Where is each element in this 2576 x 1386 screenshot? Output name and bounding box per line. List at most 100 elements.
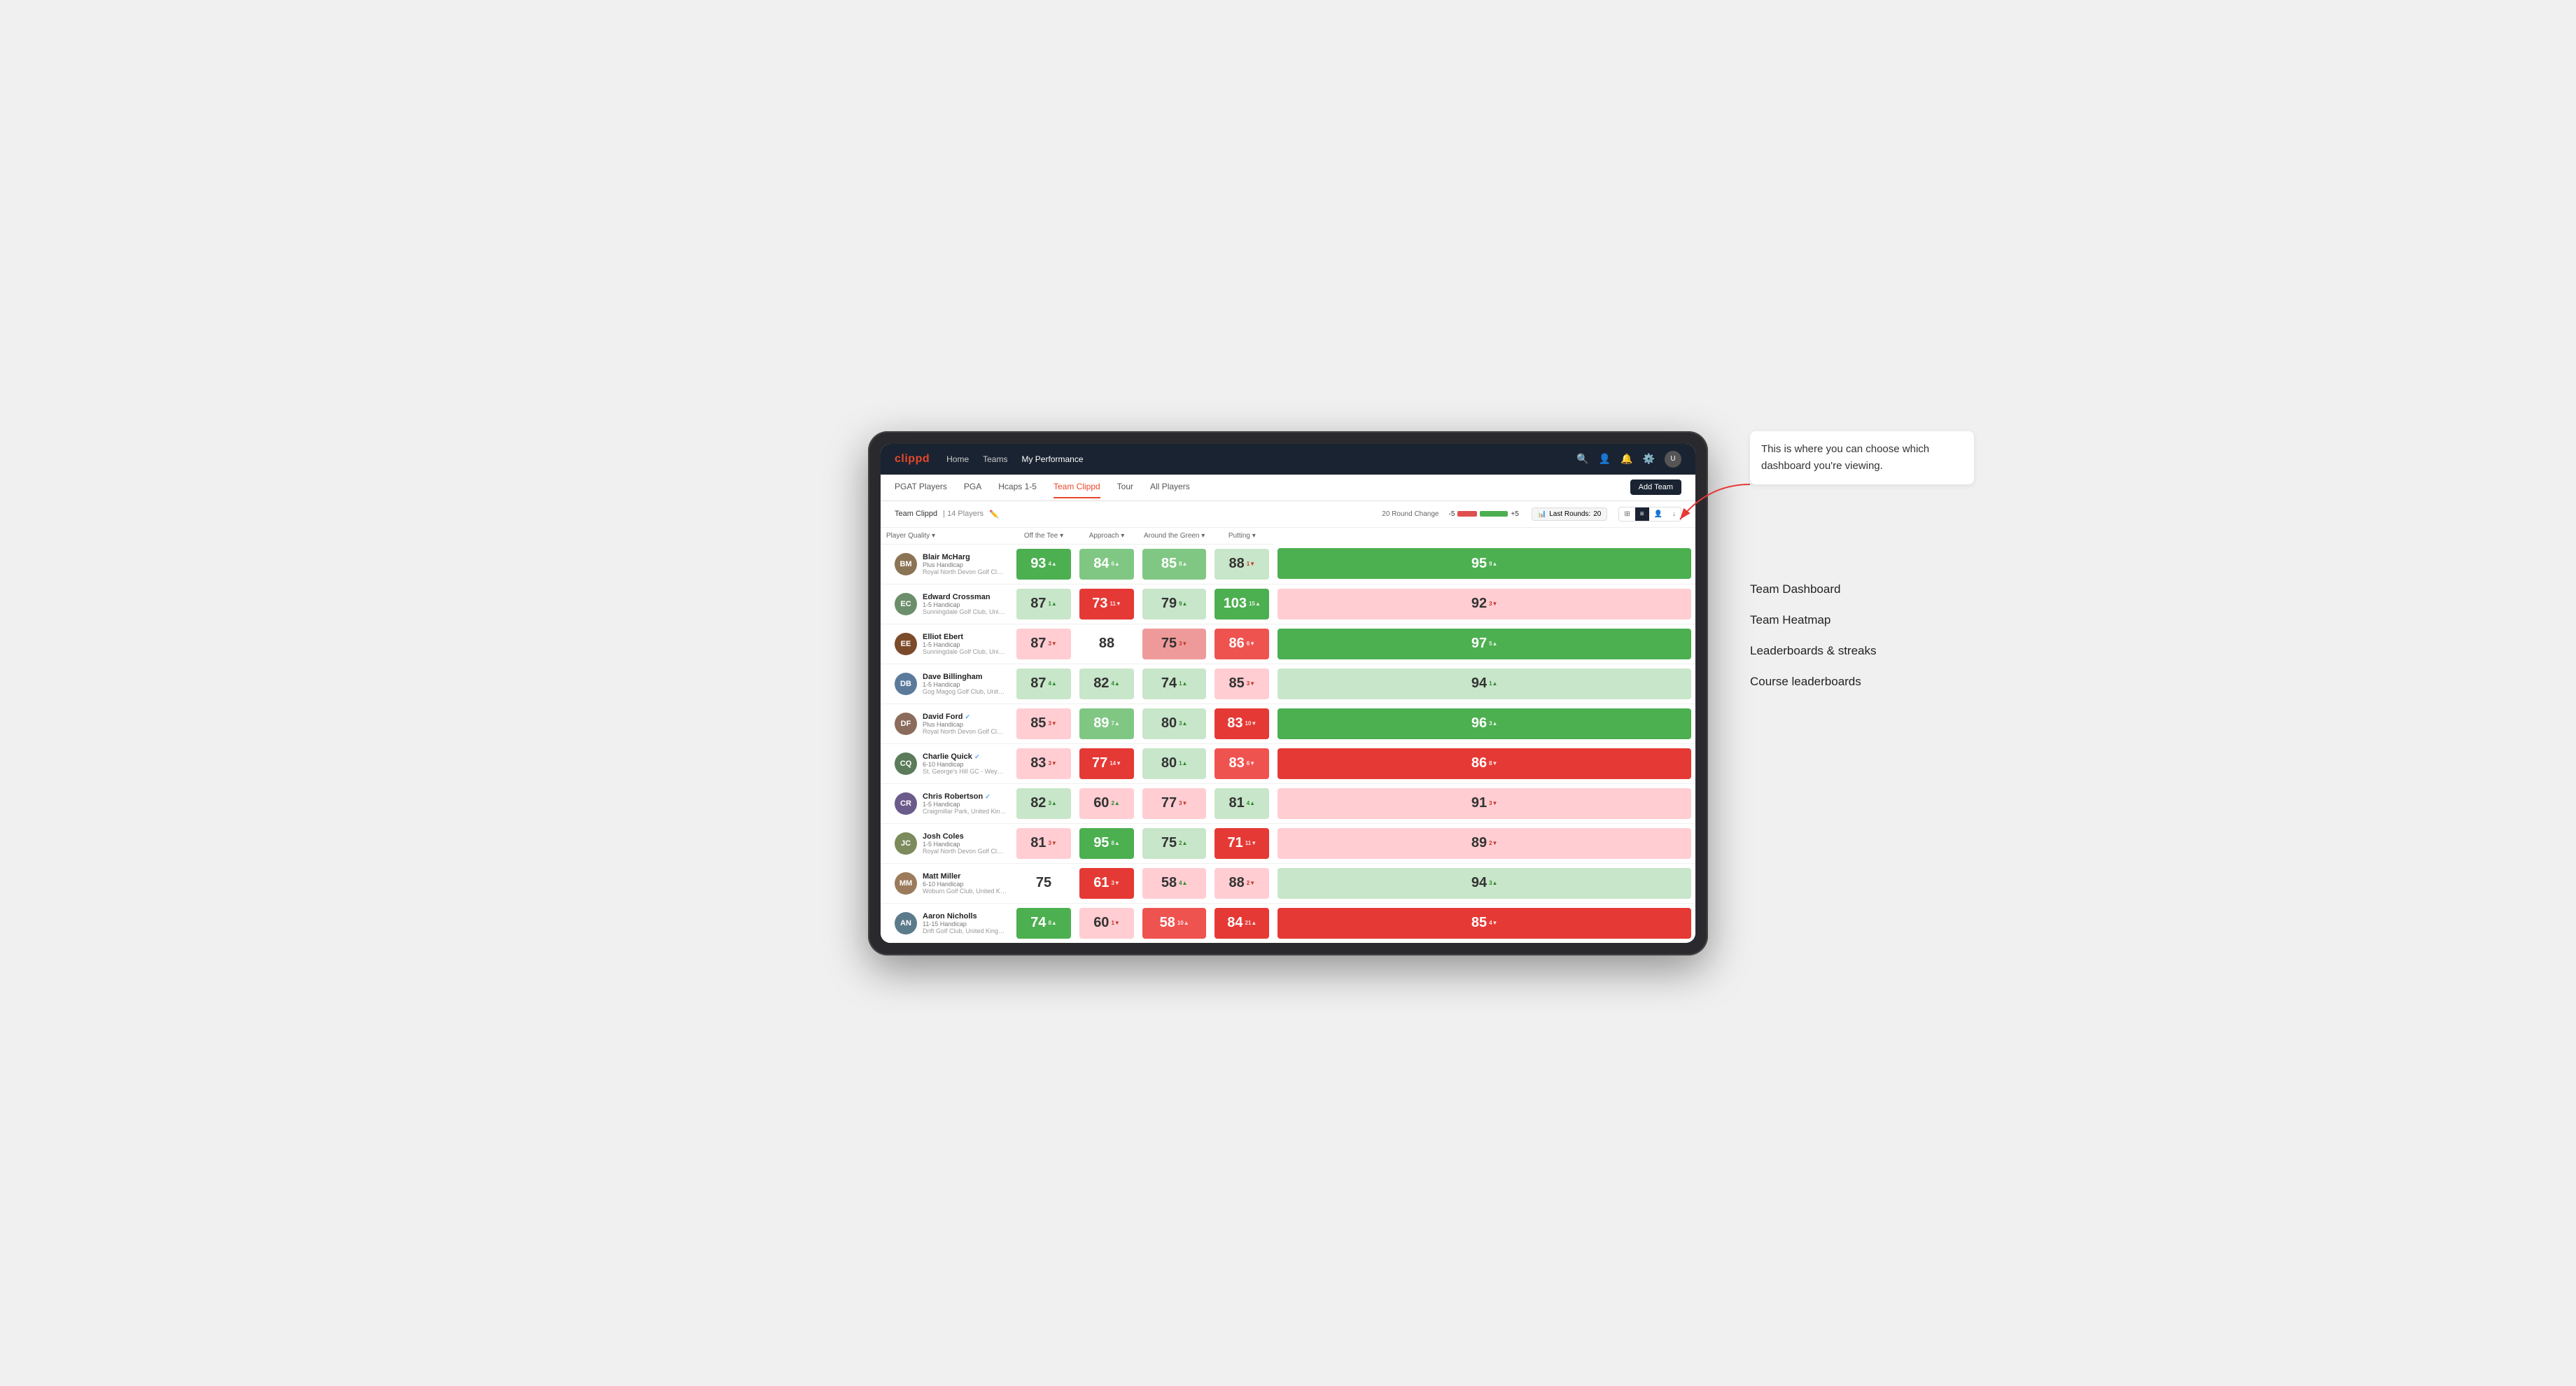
score-around_green: 88 2▼ bbox=[1210, 863, 1273, 903]
avatar[interactable]: U bbox=[1665, 451, 1681, 468]
score-approach: 74 1▲ bbox=[1138, 664, 1210, 704]
score-off_tee: 77 14▼ bbox=[1075, 743, 1138, 783]
col-player-quality[interactable]: Player Quality ▾ bbox=[881, 528, 1012, 545]
table-row: CQ Charlie Quick ✓ 6-10 Handicap St. Geo… bbox=[881, 743, 1695, 783]
search-icon[interactable]: 🔍 bbox=[1576, 453, 1588, 465]
player-cell[interactable]: CR Chris Robertson ✓ 1-5 Handicap Craigm… bbox=[881, 783, 1012, 823]
score-around_green: 81 4▲ bbox=[1210, 783, 1273, 823]
edit-icon[interactable]: ✏️ bbox=[989, 510, 999, 519]
nav-all-players[interactable]: All Players bbox=[1150, 476, 1190, 498]
team-count: | 14 Players bbox=[943, 510, 983, 518]
grid-view-button[interactable]: ⊞ bbox=[1619, 507, 1634, 521]
annotation-item-course: Course leaderboards bbox=[1750, 674, 1974, 690]
download-button[interactable]: ↓ bbox=[1667, 507, 1681, 521]
right-annotation-panel: This is where you can choose which dashb… bbox=[1750, 431, 1974, 705]
settings-icon[interactable]: ⚙️ bbox=[1643, 453, 1655, 465]
player-cell[interactable]: JC Josh Coles 1-5 Handicap Royal North D… bbox=[881, 823, 1012, 863]
pos-change: +5 bbox=[1511, 510, 1518, 518]
nav-team-clippd[interactable]: Team Clippd bbox=[1054, 476, 1100, 498]
score-around_green: 83 10▼ bbox=[1210, 704, 1273, 743]
score-putting: 94 1▲ bbox=[1273, 664, 1695, 704]
score-approach: 58 10▲ bbox=[1138, 903, 1210, 943]
main-table-container: Player Quality ▾ Off the Tee ▾ Approach … bbox=[881, 528, 1695, 943]
table-row: JC Josh Coles 1-5 Handicap Royal North D… bbox=[881, 823, 1695, 863]
last-rounds-label: Last Rounds: bbox=[1549, 510, 1590, 518]
score-player_quality: 81 3▼ bbox=[1012, 823, 1075, 863]
app-logo[interactable]: clippd bbox=[895, 453, 930, 465]
score-putting: 92 3▼ bbox=[1273, 584, 1695, 624]
bell-icon[interactable]: 🔔 bbox=[1620, 453, 1632, 465]
score-putting: 96 3▲ bbox=[1273, 704, 1695, 743]
score-putting: 95 9▲ bbox=[1273, 544, 1695, 584]
table-row: EC Edward Crossman 1-5 Handicap Sunningd… bbox=[881, 584, 1695, 624]
score-around_green: 84 21▲ bbox=[1210, 903, 1273, 943]
score-off_tee: 95 8▲ bbox=[1075, 823, 1138, 863]
tablet-frame: clippd Home Teams My Performance 🔍 👤 🔔 ⚙… bbox=[868, 431, 1708, 955]
col-approach[interactable]: Approach ▾ bbox=[1075, 528, 1138, 545]
score-off_tee: 82 4▲ bbox=[1075, 664, 1138, 704]
round-change-bar: -5 +5 bbox=[1448, 510, 1518, 518]
score-off_tee: 61 3▼ bbox=[1075, 863, 1138, 903]
player-cell[interactable]: DF David Ford ✓ Plus Handicap Royal Nort… bbox=[881, 704, 1012, 743]
bar-green bbox=[1480, 511, 1508, 517]
score-approach: 80 3▲ bbox=[1138, 704, 1210, 743]
nav-teams[interactable]: Teams bbox=[983, 451, 1007, 467]
score-around_green: 85 3▼ bbox=[1210, 664, 1273, 704]
table-row: MM Matt Miller 6-10 Handicap Woburn Golf… bbox=[881, 863, 1695, 903]
player-cell[interactable]: EE Elliot Ebert 1-5 Handicap Sunningdale… bbox=[881, 624, 1012, 664]
player-cell[interactable]: EC Edward Crossman 1-5 Handicap Sunningd… bbox=[881, 584, 1012, 624]
score-putting: 86 8▼ bbox=[1273, 743, 1695, 783]
add-team-button[interactable]: Add Team bbox=[1630, 479, 1681, 495]
score-approach: 85 8▲ bbox=[1138, 544, 1210, 584]
score-player_quality: 83 3▼ bbox=[1012, 743, 1075, 783]
score-player_quality: 75 bbox=[1012, 863, 1075, 903]
score-off_tee: 73 11▼ bbox=[1075, 584, 1138, 624]
nav-pga[interactable]: PGA bbox=[964, 476, 981, 498]
table-row: CR Chris Robertson ✓ 1-5 Handicap Craigm… bbox=[881, 783, 1695, 823]
neg-change: -5 bbox=[1448, 510, 1455, 518]
score-player_quality: 87 3▼ bbox=[1012, 624, 1075, 664]
table-view-button[interactable]: ≡ bbox=[1635, 507, 1649, 521]
score-approach: 75 3▼ bbox=[1138, 624, 1210, 664]
player-cell[interactable]: BM Blair McHarg Plus Handicap Royal Nort… bbox=[881, 544, 1012, 584]
player-cell[interactable]: DB Dave Billingham 1-5 Handicap Gog Mago… bbox=[881, 664, 1012, 704]
score-around_green: 88 1▼ bbox=[1210, 544, 1273, 584]
last-rounds-value: 20 bbox=[1593, 510, 1601, 518]
table-row: BM Blair McHarg Plus Handicap Royal Nort… bbox=[881, 544, 1695, 584]
player-cell[interactable]: CQ Charlie Quick ✓ 6-10 Handicap St. Geo… bbox=[881, 743, 1012, 783]
nav-home[interactable]: Home bbox=[946, 451, 969, 467]
score-off_tee: 60 2▲ bbox=[1075, 783, 1138, 823]
player-cell[interactable]: AN Aaron Nicholls 11-15 Handicap Drift G… bbox=[881, 903, 1012, 943]
nav-my-performance[interactable]: My Performance bbox=[1021, 451, 1083, 467]
score-player_quality: 82 3▲ bbox=[1012, 783, 1075, 823]
score-approach: 75 2▲ bbox=[1138, 823, 1210, 863]
nav-icons: 🔍 👤 🔔 ⚙️ U bbox=[1576, 451, 1681, 468]
nav-tour[interactable]: Tour bbox=[1117, 476, 1133, 498]
annotation-items: Team Dashboard Team Heatmap Leaderboards… bbox=[1750, 582, 1974, 690]
score-putting: 94 3▲ bbox=[1273, 863, 1695, 903]
col-off-tee[interactable]: Off the Tee ▾ bbox=[1012, 528, 1075, 545]
score-putting: 97 5▲ bbox=[1273, 624, 1695, 664]
card-view-button[interactable]: 👤 bbox=[1649, 507, 1667, 521]
round-change-label: 20 Round Change bbox=[1382, 510, 1438, 518]
team-name: Team Clippd bbox=[895, 510, 937, 518]
score-approach: 58 4▲ bbox=[1138, 863, 1210, 903]
col-around-green[interactable]: Around the Green ▾ bbox=[1138, 528, 1210, 545]
annotation-bubble: This is where you can choose which dashb… bbox=[1750, 431, 1974, 484]
score-player_quality: 87 1▲ bbox=[1012, 584, 1075, 624]
team-info-bar: Team Clippd | 14 Players ✏️ 20 Round Cha… bbox=[881, 501, 1695, 528]
nav-pgat-players[interactable]: PGAT Players bbox=[895, 476, 947, 498]
col-putting[interactable]: Putting ▾ bbox=[1210, 528, 1273, 545]
score-putting: 91 3▼ bbox=[1273, 783, 1695, 823]
player-cell[interactable]: MM Matt Miller 6-10 Handicap Woburn Golf… bbox=[881, 863, 1012, 903]
score-off_tee: 60 1▼ bbox=[1075, 903, 1138, 943]
nav-hcaps[interactable]: Hcaps 1-5 bbox=[998, 476, 1037, 498]
last-rounds-button[interactable]: 📊 Last Rounds: 20 bbox=[1532, 507, 1608, 521]
table-row: DB Dave Billingham 1-5 Handicap Gog Mago… bbox=[881, 664, 1695, 704]
score-approach: 77 3▼ bbox=[1138, 783, 1210, 823]
secondary-navigation: PGAT Players PGA Hcaps 1-5 Team Clippd T… bbox=[881, 475, 1695, 501]
score-putting: 89 2▼ bbox=[1273, 823, 1695, 863]
score-around_green: 71 11▼ bbox=[1210, 823, 1273, 863]
score-off_tee: 84 6▲ bbox=[1075, 544, 1138, 584]
user-icon[interactable]: 👤 bbox=[1599, 453, 1611, 465]
